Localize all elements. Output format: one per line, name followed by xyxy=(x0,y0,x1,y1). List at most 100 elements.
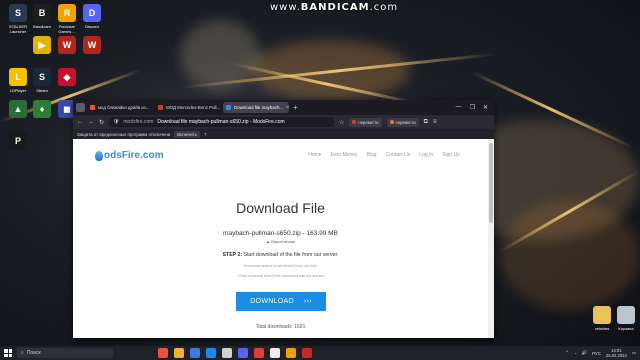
bookmark-star-icon[interactable]: ☆ xyxy=(339,119,344,126)
desktop-icon[interactable]: Корзина xyxy=(612,306,640,331)
taskbar-app-icon[interactable] xyxy=(158,348,168,358)
taskbar: ⌕ Поиск ⌃ ◔ 🔊 РУС 14:01 25.02.2024 ▭ xyxy=(0,346,640,360)
browser-tab[interactable]: мод ближайки драйв из...× xyxy=(87,102,153,113)
forward-arrow-icon[interactable]: → xyxy=(88,119,94,125)
favicon-icon xyxy=(226,105,231,110)
chevron-up-icon[interactable]: ⌃ xyxy=(565,350,569,356)
recycle-bin-icon xyxy=(617,306,635,324)
translate-icon xyxy=(352,120,357,124)
site-navigation: Home Earn Money Blog Contact Us Log In Sign U… xyxy=(308,152,460,158)
address-bar[interactable]: 🛡 modsfire.com Download file maybach-pul… xyxy=(109,117,335,127)
new-tab-button[interactable]: + xyxy=(293,103,298,112)
download-button[interactable]: DOWNLOAD ››› xyxy=(236,292,326,311)
report-abuse-link[interactable]: ▲ Report abuse xyxy=(73,239,488,244)
page-scrollbar[interactable] xyxy=(488,139,494,338)
maximize-icon[interactable]: ❐ xyxy=(470,104,475,111)
tab-label: МОД Mercedes-Benz Pull... xyxy=(166,105,221,110)
browser-tab[interactable]: МОД Mercedes-Benz Pull... × xyxy=(155,102,221,113)
volume-icon[interactable]: 🔊 xyxy=(582,350,587,356)
close-icon[interactable]: ✕ xyxy=(483,104,488,111)
speed-note: Download speed is not limited from our s… xyxy=(243,264,318,268)
nav-link-blog[interactable]: Blog xyxy=(367,152,377,158)
extensions-icon[interactable]: ⧉ xyxy=(424,119,428,126)
app-icon: ▶ xyxy=(33,36,51,54)
app-icon: ♦ xyxy=(33,100,51,118)
nav-link-sign-up[interactable]: Sign Up xyxy=(442,152,460,158)
taskbar-app-icon[interactable] xyxy=(302,348,312,358)
click-again-note: *Click a second time if the download has… xyxy=(236,274,325,278)
browser-tab[interactable]: Download file maybach... × xyxy=(223,102,289,113)
taskbar-app-icon[interactable] xyxy=(206,348,216,358)
tab-list: мод ближайки драйв из...×МОД Mercedes-Be… xyxy=(87,102,289,113)
taskbar-app-icon[interactable] xyxy=(270,348,280,358)
app-icon: S xyxy=(9,4,27,22)
windows-start-icon[interactable] xyxy=(4,349,12,357)
desktop-icon[interactable]: W xyxy=(78,36,106,56)
desktop-icon-label: Discord xyxy=(85,24,99,29)
taskbar-apps xyxy=(158,348,312,358)
taskbar-app-icon[interactable] xyxy=(254,348,264,358)
app-icon: W xyxy=(83,36,101,54)
desktop-icon[interactable]: ♦ xyxy=(28,100,56,120)
nav-link-log-in[interactable]: Log In xyxy=(419,152,433,158)
network-icon[interactable]: ◔ xyxy=(574,351,577,356)
system-tray: ⌃ ◔ 🔊 РУС 14:01 25.02.2024 ▭ xyxy=(565,348,636,358)
language-indicator[interactable]: РУС xyxy=(592,351,601,356)
page-title: Download File xyxy=(236,200,325,216)
taskbar-app-icon[interactable] xyxy=(238,348,248,358)
clock[interactable]: 14:01 25.02.2024 xyxy=(606,348,627,358)
firefox-view-icon[interactable] xyxy=(76,103,85,112)
taskbar-app-icon[interactable] xyxy=(190,348,200,358)
search-icon: ⌕ xyxy=(21,350,24,356)
desktop-icon-label: Корзина xyxy=(618,326,634,331)
app-icon: D xyxy=(83,4,101,22)
notification-icon[interactable]: ▭ xyxy=(632,350,636,356)
desktop-icon-label: Steam xyxy=(36,88,48,93)
desktop-icon[interactable]: P xyxy=(4,132,32,152)
desktop-icon-label: Bandicam xyxy=(33,24,51,29)
flame-icon xyxy=(95,150,103,161)
desktop-icon[interactable]: W xyxy=(53,36,81,56)
url-domain: modsfire.com xyxy=(123,119,154,125)
nav-link-earn-money[interactable]: Earn Money xyxy=(331,152,358,158)
desktop-icon[interactable]: D Discord xyxy=(78,4,106,29)
shield-icon[interactable]: 🛡 xyxy=(113,119,119,125)
enable-protection-button[interactable]: Включить xyxy=(174,130,200,138)
navigation-bar: ← → ↻ 🛡 modsfire.com Download file mayba… xyxy=(73,115,494,129)
back-arrow-icon[interactable]: ← xyxy=(77,119,83,125)
translate-extension-button[interactable]: перевести xyxy=(349,117,382,127)
scrollbar-thumb[interactable] xyxy=(489,143,493,223)
close-tab-icon[interactable]: × xyxy=(152,105,153,111)
folder-icon xyxy=(593,306,611,324)
security-infobar: Защита от вредоносных программ отключена… xyxy=(73,129,494,139)
total-downloads: Total downloads: 1691 xyxy=(255,324,306,330)
taskbar-app-icon[interactable] xyxy=(174,348,184,358)
file-info: maybach-pullman-s650.zip - 163.99 MB xyxy=(223,230,338,237)
nav-link-home[interactable]: Home xyxy=(308,152,321,158)
help-icon[interactable]: ? xyxy=(204,132,206,137)
modsfire-logo[interactable]: odsFire.com xyxy=(95,150,163,161)
desktop-icon[interactable]: ◆ xyxy=(53,68,81,88)
desktop-icon[interactable]: R Rockstar Games ... xyxy=(53,4,81,34)
translate-extension-button-2[interactable]: перевести xyxy=(386,117,419,127)
taskbar-app-icon[interactable] xyxy=(222,348,232,358)
reload-icon[interactable]: ↻ xyxy=(99,119,104,126)
app-icon: L xyxy=(9,68,27,86)
nav-link-contact-us[interactable]: Contact Us xyxy=(386,152,411,158)
app-icon: B xyxy=(33,4,51,22)
menu-icon[interactable]: ≡ xyxy=(433,119,437,125)
browser-window: мод ближайки драйв из...×МОД Mercedes-Be… xyxy=(73,100,494,338)
taskbar-app-icon[interactable] xyxy=(286,348,296,358)
favicon-icon xyxy=(90,105,95,110)
close-tab-icon[interactable]: × xyxy=(286,105,289,111)
desktop-icon[interactable]: S Steam xyxy=(28,68,56,93)
app-icon: W xyxy=(58,36,76,54)
desktop-icon[interactable]: B Bandicam xyxy=(28,4,56,29)
desktop-icon[interactable]: ▶ xyxy=(28,36,56,56)
taskbar-search[interactable]: ⌕ Поиск xyxy=(17,348,113,358)
desktop-icon-label: Rockstar Games ... xyxy=(58,24,76,34)
minimize-icon[interactable]: — xyxy=(456,104,462,111)
translate-icon xyxy=(389,120,394,124)
favicon-icon xyxy=(158,105,163,110)
bandicam-watermark: www.BANDICAM.com xyxy=(270,2,399,13)
